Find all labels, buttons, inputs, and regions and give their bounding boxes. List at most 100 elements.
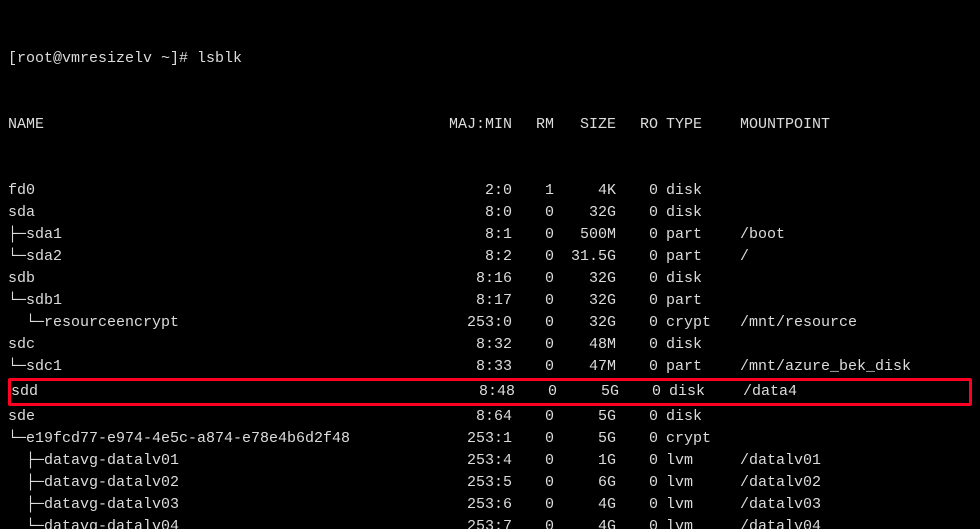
- cell-size: 32G: [554, 312, 616, 334]
- cell-majmin: 8:33: [428, 356, 512, 378]
- cell-name: sdc: [8, 334, 428, 356]
- prompt-line: [root@vmresizelv ~]# lsblk: [8, 48, 972, 70]
- cell-type: disk: [658, 334, 732, 356]
- cell-rm: 0: [512, 428, 554, 450]
- cell-majmin: 8:0: [428, 202, 512, 224]
- cell-ro: 0: [616, 428, 658, 450]
- table-row: └─resourceencrypt253:0032G0crypt/mnt/res…: [8, 312, 972, 334]
- cell-type: lvm: [658, 494, 732, 516]
- prompt-text: [root@vmresizelv ~]# lsblk: [8, 48, 242, 70]
- cell-type: part: [658, 290, 732, 312]
- cell-type: part: [658, 246, 732, 268]
- table-row: ├─datavg-datalv03253:604G0lvm/datalv03: [8, 494, 972, 516]
- cell-mountpoint: [732, 180, 972, 202]
- table-row: └─sdc18:33047M0part/mnt/azure_bek_disk: [8, 356, 972, 378]
- cell-ro: 0: [616, 290, 658, 312]
- lsblk-rows: fd02:014K0disksda8:0032G0disk├─sda18:105…: [8, 180, 972, 529]
- col-header-ro: RO: [616, 114, 658, 136]
- cell-mountpoint: [732, 268, 972, 290]
- cell-majmin: 8:1: [428, 224, 512, 246]
- cell-name: sdd: [11, 381, 431, 403]
- table-row: ├─datavg-datalv02253:506G0lvm/datalv02: [8, 472, 972, 494]
- cell-size: 32G: [554, 268, 616, 290]
- cell-rm: 1: [512, 180, 554, 202]
- cell-mountpoint: /: [732, 246, 972, 268]
- table-row: sdc8:32048M0disk: [8, 334, 972, 356]
- cell-mountpoint: [732, 290, 972, 312]
- cell-ro: 0: [616, 312, 658, 334]
- cell-name: └─e19fcd77-e974-4e5c-a874-e78e4b6d2f48: [8, 428, 428, 450]
- cell-ro: 0: [616, 356, 658, 378]
- cell-ro: 0: [616, 494, 658, 516]
- cell-ro: 0: [616, 472, 658, 494]
- cell-majmin: 253:4: [428, 450, 512, 472]
- cell-type: crypt: [658, 428, 732, 450]
- cell-type: lvm: [658, 516, 732, 529]
- cell-size: 4G: [554, 494, 616, 516]
- col-header-size: SIZE: [554, 114, 616, 136]
- cell-majmin: 8:2: [428, 246, 512, 268]
- cell-ro: 0: [616, 516, 658, 529]
- cell-size: 32G: [554, 202, 616, 224]
- terminal[interactable]: [root@vmresizelv ~]# lsblk NAME MAJ:MIN …: [0, 0, 980, 529]
- cell-mountpoint: /mnt/resource: [732, 312, 972, 334]
- table-row: fd02:014K0disk: [8, 180, 972, 202]
- table-row: └─sdb18:17032G0part: [8, 290, 972, 312]
- cell-rm: 0: [512, 472, 554, 494]
- cell-majmin: 253:6: [428, 494, 512, 516]
- cell-mountpoint: [732, 428, 972, 450]
- cell-ro: 0: [616, 334, 658, 356]
- table-row: └─e19fcd77-e974-4e5c-a874-e78e4b6d2f4825…: [8, 428, 972, 450]
- cell-type: lvm: [658, 450, 732, 472]
- cell-rm: 0: [512, 268, 554, 290]
- cell-name: sdb: [8, 268, 428, 290]
- cell-mountpoint: /datalv04: [732, 516, 972, 529]
- cell-majmin: 2:0: [428, 180, 512, 202]
- table-row: └─datavg-datalv04253:704G0lvm/datalv04: [8, 516, 972, 529]
- table-row-highlighted: sdd8:4805G0disk/data4: [8, 378, 972, 406]
- table-row: ├─sda18:10500M0part/boot: [8, 224, 972, 246]
- cell-rm: 0: [512, 450, 554, 472]
- cell-size: 47M: [554, 356, 616, 378]
- cell-name: ├─datavg-datalv02: [8, 472, 428, 494]
- cell-majmin: 253:1: [428, 428, 512, 450]
- cell-mountpoint: /datalv02: [732, 472, 972, 494]
- cell-type: disk: [658, 202, 732, 224]
- cell-mountpoint: /datalv01: [732, 450, 972, 472]
- cell-name: sde: [8, 406, 428, 428]
- cell-mountpoint: /boot: [732, 224, 972, 246]
- cell-size: 6G: [554, 472, 616, 494]
- cell-mountpoint: /data4: [735, 381, 969, 403]
- cell-majmin: 253:0: [428, 312, 512, 334]
- cell-name: ├─sda1: [8, 224, 428, 246]
- cell-name: └─sdc1: [8, 356, 428, 378]
- cell-size: 31.5G: [554, 246, 616, 268]
- cell-size: 48M: [554, 334, 616, 356]
- cell-size: 500M: [554, 224, 616, 246]
- cell-size: 1G: [554, 450, 616, 472]
- cell-name: └─resourceencrypt: [8, 312, 428, 334]
- cell-mountpoint: /mnt/azure_bek_disk: [732, 356, 972, 378]
- cell-majmin: 8:16: [428, 268, 512, 290]
- cell-ro: 0: [616, 224, 658, 246]
- table-row: └─sda28:2031.5G0part/: [8, 246, 972, 268]
- cell-type: disk: [658, 406, 732, 428]
- cell-type: part: [658, 224, 732, 246]
- cell-rm: 0: [512, 334, 554, 356]
- cell-rm: 0: [512, 246, 554, 268]
- cell-name: ├─datavg-datalv03: [8, 494, 428, 516]
- cell-name: fd0: [8, 180, 428, 202]
- cell-ro: 0: [616, 450, 658, 472]
- cell-ro: 0: [616, 406, 658, 428]
- cell-mountpoint: [732, 334, 972, 356]
- cell-mountpoint: /datalv03: [732, 494, 972, 516]
- cell-rm: 0: [512, 202, 554, 224]
- cell-majmin: 8:48: [431, 381, 515, 403]
- cell-mountpoint: [732, 202, 972, 224]
- cell-rm: 0: [512, 516, 554, 529]
- cell-mountpoint: [732, 406, 972, 428]
- cell-rm: 0: [512, 290, 554, 312]
- cell-majmin: 253:5: [428, 472, 512, 494]
- cell-size: 4K: [554, 180, 616, 202]
- cell-rm: 0: [515, 381, 557, 403]
